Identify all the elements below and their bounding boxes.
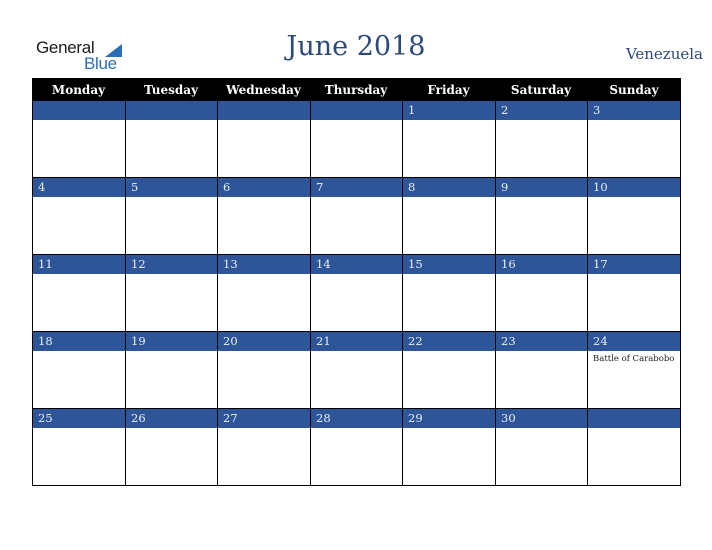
week-row: 18 19 20 21 22 23 24 Battle of Carabobo	[32, 332, 681, 409]
day-cell[interactable]: 28	[310, 409, 402, 486]
grid-right-border	[680, 101, 681, 486]
day-cell[interactable]: 19	[125, 332, 217, 409]
day-cell[interactable]: 12	[125, 255, 217, 332]
day-cell[interactable]: 7	[310, 178, 402, 255]
day-number	[218, 101, 310, 120]
week-row: 25 26 27 28 29 30	[32, 409, 681, 486]
day-number: 13	[218, 255, 310, 274]
day-cell[interactable]: 26	[125, 409, 217, 486]
week-row: 123	[32, 101, 681, 178]
day-cell[interactable]	[310, 101, 402, 178]
day-cell[interactable]: 25	[32, 409, 125, 486]
day-cell[interactable]	[587, 409, 681, 486]
day-cell[interactable]: 10	[587, 178, 681, 255]
day-number: 4	[33, 178, 125, 197]
day-cell[interactable]: 17	[587, 255, 681, 332]
day-cell[interactable]: 18	[32, 332, 125, 409]
day-number: 20	[218, 332, 310, 351]
day-cell[interactable]: 14	[310, 255, 402, 332]
day-cell[interactable]: 30	[495, 409, 587, 486]
day-cell[interactable]: 4	[32, 178, 125, 255]
day-cell[interactable]: 8	[402, 178, 495, 255]
day-number: 27	[218, 409, 310, 428]
day-cell[interactable]: 9	[495, 178, 587, 255]
day-number: 14	[311, 255, 402, 274]
day-number: 8	[403, 178, 495, 197]
day-cell[interactable]: 27	[217, 409, 310, 486]
day-number: 15	[403, 255, 495, 274]
day-number: 28	[311, 409, 402, 428]
day-number: 17	[588, 255, 681, 274]
day-cell[interactable]: 1	[402, 101, 495, 178]
weekday-wednesday: Wednesday	[226, 83, 301, 97]
day-number: 26	[126, 409, 217, 428]
weekday-monday: Monday	[51, 83, 106, 97]
day-number: 1	[403, 101, 495, 120]
weekday-thursday: Thursday	[324, 83, 388, 97]
day-number: 21	[311, 332, 402, 351]
weekday-tuesday: Tuesday	[143, 83, 199, 97]
day-number: 7	[311, 178, 402, 197]
day-cell[interactable]: 11	[32, 255, 125, 332]
weekday-sunday: Sunday	[609, 83, 659, 97]
weekday-saturday: Saturday	[510, 83, 572, 97]
day-number: 29	[403, 409, 495, 428]
day-cell[interactable]: 16	[495, 255, 587, 332]
day-number: 30	[496, 409, 587, 428]
day-number: 6	[218, 178, 310, 197]
day-number: 3	[588, 101, 681, 120]
day-cell[interactable]: 20	[217, 332, 310, 409]
day-number: 23	[496, 332, 587, 351]
weekday-header-row: Monday Tuesday Wednesday Thursday Friday Satu…	[32, 78, 681, 101]
day-number: 11	[33, 255, 125, 274]
day-number	[588, 409, 681, 428]
day-cell[interactable]: 22	[402, 332, 495, 409]
weekday-friday: Friday	[427, 83, 470, 97]
day-number: 24	[588, 332, 681, 351]
day-cell[interactable]	[217, 101, 310, 178]
day-cell[interactable]: 2	[495, 101, 587, 178]
day-number: 25	[33, 409, 125, 428]
week-row: 4 5 6 7 8 9 10	[32, 178, 681, 255]
day-cell[interactable]: 23	[495, 332, 587, 409]
day-number: 2	[496, 101, 587, 120]
country-label: Venezuela	[625, 45, 703, 63]
row-divider	[32, 485, 681, 486]
day-number: 16	[496, 255, 587, 274]
day-cell[interactable]	[125, 101, 217, 178]
day-cell[interactable]: 15	[402, 255, 495, 332]
day-number: 19	[126, 332, 217, 351]
week-row: 11 12 13 14 15 16 17	[32, 255, 681, 332]
day-cell[interactable]	[32, 101, 125, 178]
day-number	[126, 101, 217, 120]
day-cell[interactable]: 5	[125, 178, 217, 255]
day-number: 12	[126, 255, 217, 274]
day-number: 18	[33, 332, 125, 351]
day-cell[interactable]: 6	[217, 178, 310, 255]
day-number: 9	[496, 178, 587, 197]
day-number	[33, 101, 125, 120]
day-cell[interactable]: 3	[587, 101, 681, 178]
calendar-title: June 2018	[286, 31, 426, 62]
day-cell[interactable]: 21	[310, 332, 402, 409]
day-cell[interactable]: 24 Battle of Carabobo	[587, 332, 681, 409]
day-number: 10	[588, 178, 681, 197]
holiday-event: Battle of Carabobo	[593, 354, 675, 364]
day-number: 22	[403, 332, 495, 351]
day-number: 5	[126, 178, 217, 197]
day-number	[311, 101, 402, 120]
day-cell[interactable]: 13	[217, 255, 310, 332]
day-cell[interactable]: 29	[402, 409, 495, 486]
